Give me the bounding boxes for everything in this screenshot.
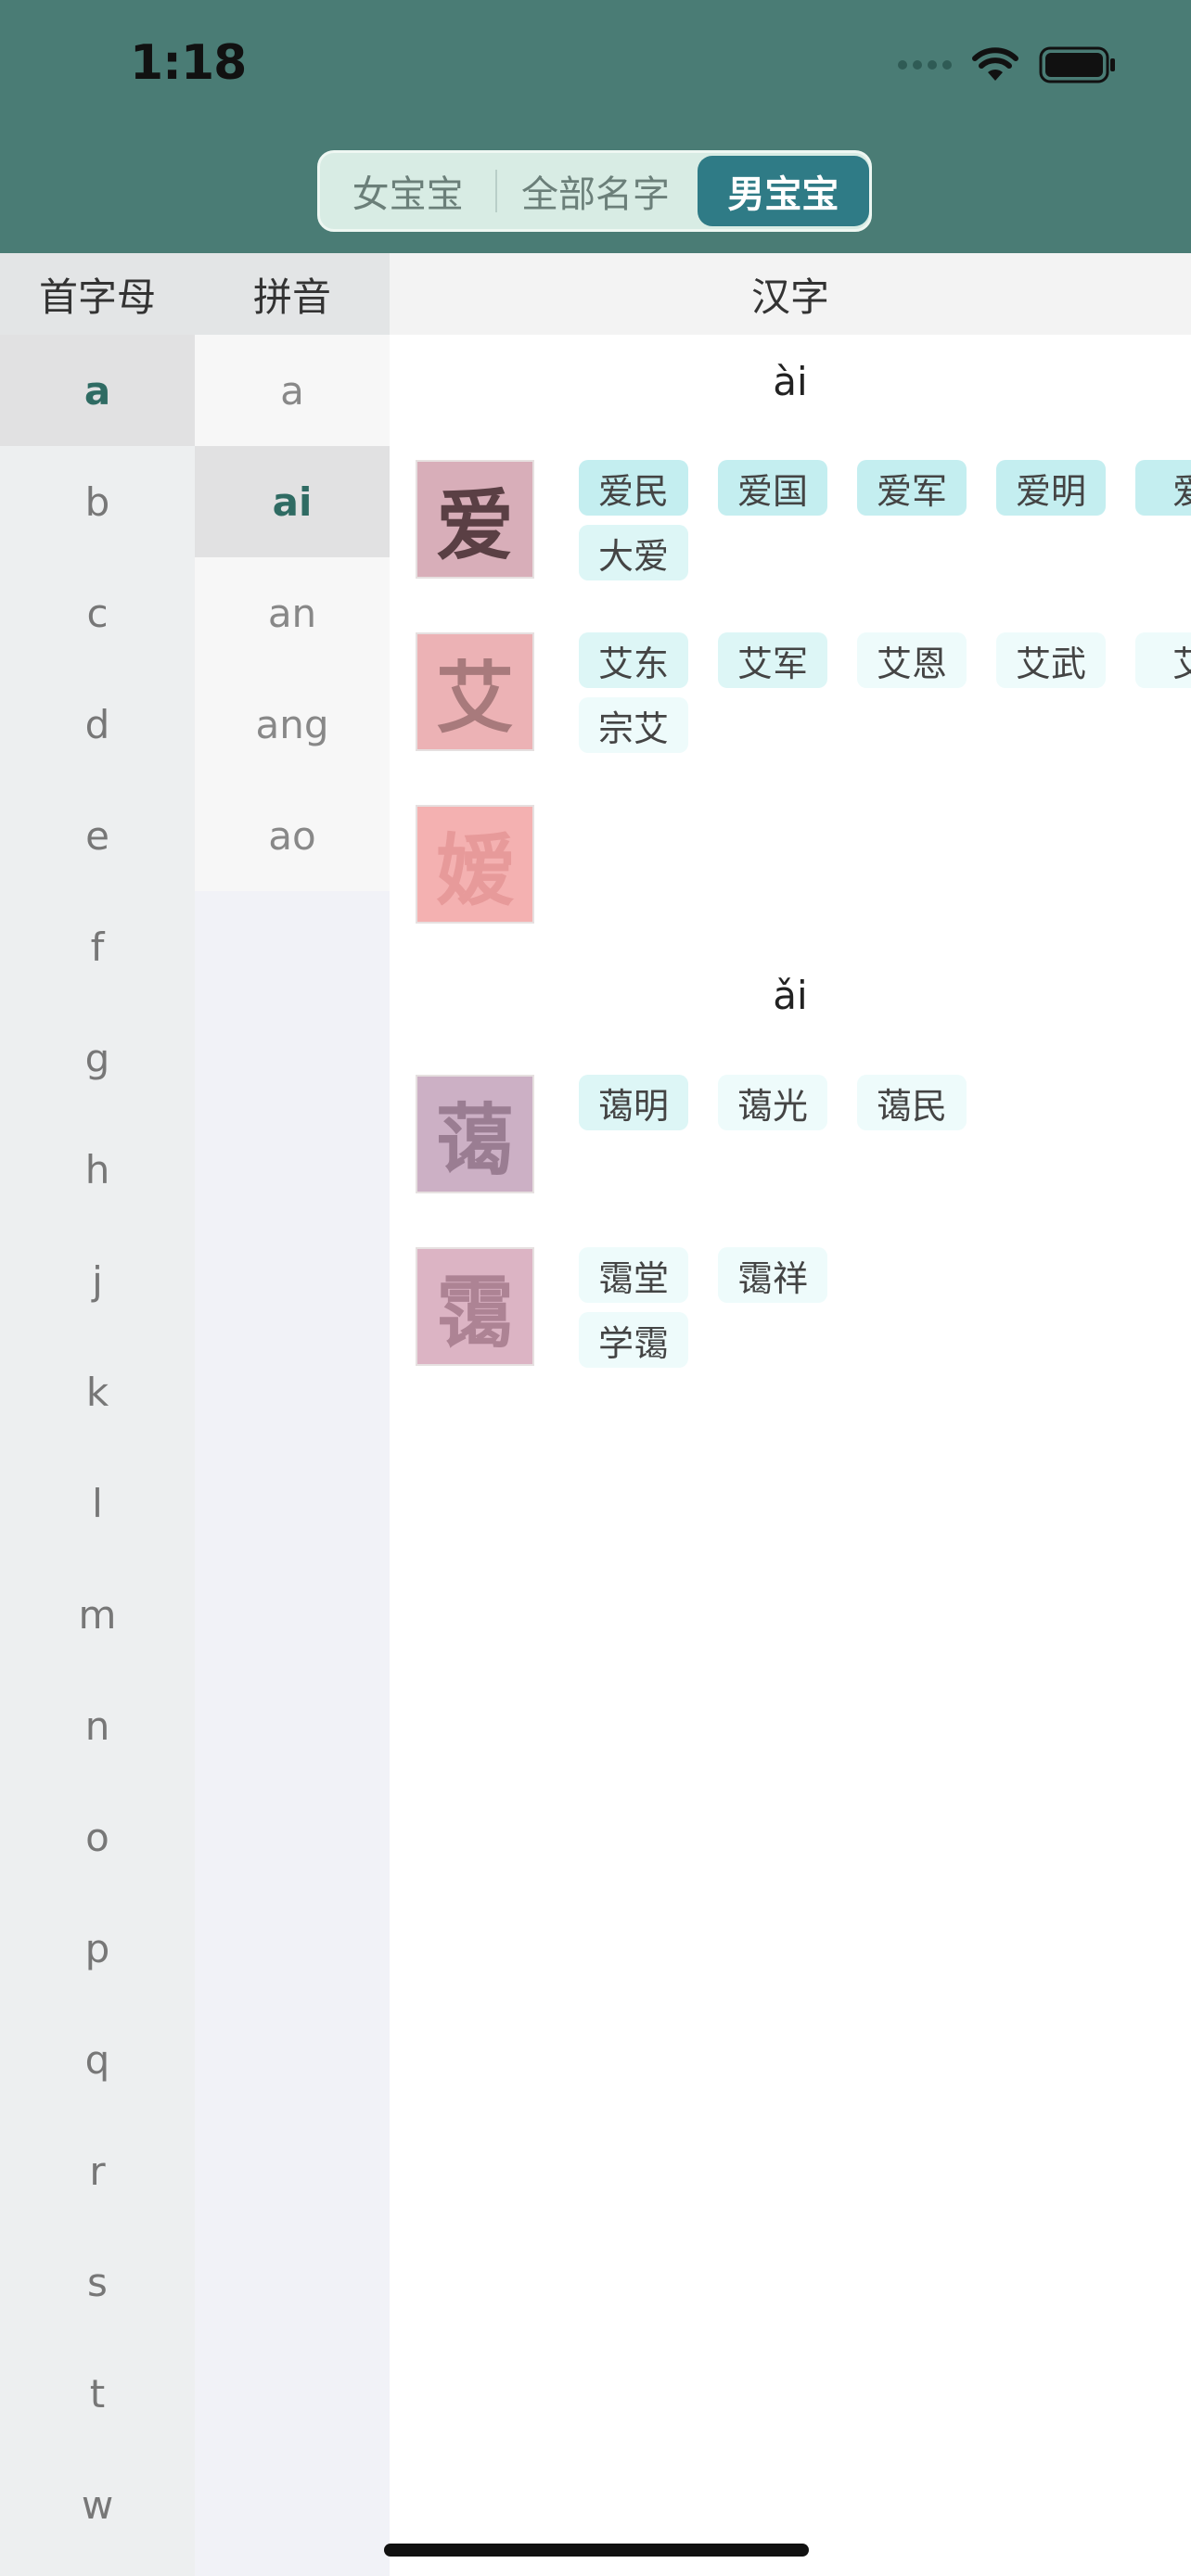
- wifi-icon: [972, 47, 1018, 81]
- initial-item[interactable]: l: [0, 1447, 195, 1559]
- battery-icon: [1039, 46, 1115, 83]
- initial-item[interactable]: c: [0, 557, 195, 669]
- char-box[interactable]: 嫒: [416, 805, 534, 924]
- initial-item[interactable]: n: [0, 1670, 195, 1781]
- status-icons: [898, 46, 1117, 83]
- initial-item[interactable]: o: [0, 1781, 195, 1893]
- name-chip[interactable]: 艾: [1135, 632, 1191, 688]
- initial-list: abcdefghjklmnopqrstw: [0, 335, 195, 2560]
- initial-item[interactable]: s: [0, 2226, 195, 2338]
- initial-item[interactable]: d: [0, 669, 195, 780]
- initial-column: 首字母 abcdefghjklmnopqrstw: [0, 253, 195, 2576]
- char-box[interactable]: 霭: [416, 1247, 534, 1366]
- pinyin-item[interactable]: an: [195, 557, 390, 669]
- name-chip[interactable]: 艾恩: [857, 632, 967, 688]
- name-chip[interactable]: 艾军: [718, 632, 827, 688]
- initial-item[interactable]: w: [0, 2449, 195, 2560]
- name-chip[interactable]: 学霭: [579, 1312, 688, 1368]
- initial-item[interactable]: t: [0, 2338, 195, 2449]
- name-chip[interactable]: 霭堂: [579, 1247, 688, 1303]
- char-box[interactable]: 爱: [416, 460, 534, 579]
- name-chip[interactable]: 霭祥: [718, 1247, 827, 1303]
- name-chip[interactable]: 爱: [1135, 460, 1191, 516]
- name-chips: 艾东 艾军 艾恩 艾武 艾 宗艾: [579, 632, 1191, 762]
- name-chip[interactable]: 艾东: [579, 632, 688, 688]
- char-box[interactable]: 蔼: [416, 1075, 534, 1193]
- pinyin-list: a ai an ang ao: [195, 335, 390, 891]
- initial-item[interactable]: f: [0, 891, 195, 1002]
- name-chip[interactable]: 艾武: [996, 632, 1106, 688]
- name-chip[interactable]: 蔼民: [857, 1075, 967, 1130]
- pinyin-column: 拼音 a ai an ang ao: [195, 253, 390, 2576]
- name-chip[interactable]: 蔼光: [718, 1075, 827, 1130]
- gender-segmented-control: 女宝宝 全部名字 男宝宝: [317, 150, 872, 232]
- initial-item[interactable]: e: [0, 780, 195, 891]
- initial-item[interactable]: j: [0, 1225, 195, 1336]
- initial-item[interactable]: m: [0, 1559, 195, 1670]
- name-chip[interactable]: 蔼明: [579, 1075, 688, 1130]
- initial-item[interactable]: r: [0, 2115, 195, 2226]
- initial-item[interactable]: b: [0, 446, 195, 557]
- name-chips: 爱民 爱国 爱军 爱明 爱 大爱: [579, 460, 1191, 590]
- pinyin-item[interactable]: ao: [195, 780, 390, 891]
- initial-item[interactable]: q: [0, 2004, 195, 2115]
- name-chips: 霭堂 霭祥 学霭: [579, 1247, 1191, 1377]
- pinyin-item[interactable]: ai: [195, 446, 390, 557]
- tone-heading: ài: [773, 359, 808, 404]
- name-chip[interactable]: 爱明: [996, 460, 1106, 516]
- name-chips: 蔼明 蔼光 蔼民: [579, 1075, 1191, 1149]
- initial-item[interactable]: p: [0, 1893, 195, 2004]
- initial-item[interactable]: g: [0, 1002, 195, 1114]
- segment-boy[interactable]: 男宝宝: [697, 156, 870, 226]
- status-time: 1:18: [130, 35, 247, 91]
- hanzi-column: 汉字 ài 爱 爱民 爱国 爱军 爱明 爱 大爱 艾 艾东 艾军 艾恩 艾武 艾…: [390, 253, 1191, 2576]
- pinyin-header: 拼音: [195, 253, 390, 335]
- hanzi-header: 汉字: [390, 253, 1191, 335]
- initial-item[interactable]: k: [0, 1336, 195, 1447]
- name-chip[interactable]: 宗艾: [579, 697, 688, 753]
- tone-heading: ǎi: [773, 973, 808, 1018]
- segment-all[interactable]: 全部名字: [497, 155, 693, 227]
- home-indicator: [384, 2544, 809, 2557]
- initial-item[interactable]: a: [0, 335, 195, 446]
- initial-header: 首字母: [0, 253, 195, 335]
- name-chip[interactable]: 爱民: [579, 460, 688, 516]
- initial-item[interactable]: h: [0, 1114, 195, 1225]
- top-bar: 1:18 女宝宝 全部名字 男宝宝: [0, 0, 1191, 253]
- name-chip[interactable]: 爱国: [718, 460, 827, 516]
- pinyin-item[interactable]: a: [195, 335, 390, 446]
- char-box[interactable]: 艾: [416, 632, 534, 751]
- signal-icon: [898, 60, 952, 70]
- pinyin-item[interactable]: ang: [195, 669, 390, 780]
- name-chip[interactable]: 大爱: [579, 525, 688, 580]
- segment-girl[interactable]: 女宝宝: [320, 155, 495, 227]
- name-chip[interactable]: 爱军: [857, 460, 967, 516]
